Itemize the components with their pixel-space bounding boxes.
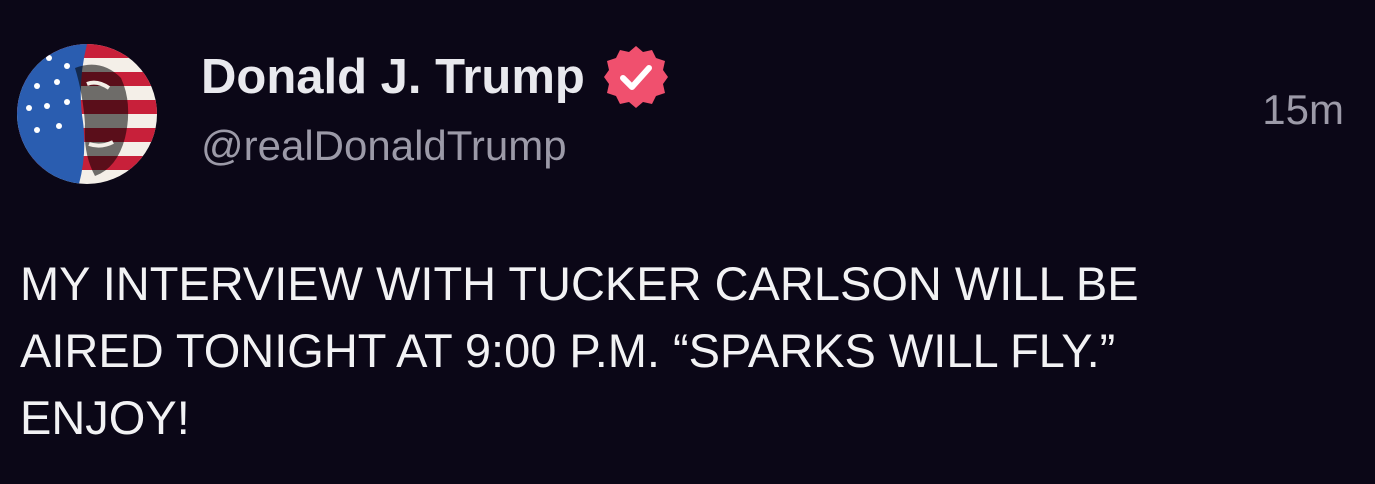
post-text-line: AIRED TONIGHT AT 9:00 P.M. “SPARKS WILL … — [20, 324, 1116, 377]
post-text: MY INTERVIEW WITH TUCKER CARLSON WILL BE… — [20, 250, 1340, 451]
flag-portrait-icon — [17, 44, 157, 184]
display-name-row: Donald J. Trump — [201, 46, 669, 108]
avatar[interactable] — [17, 44, 157, 184]
verified-badge-icon — [603, 44, 669, 110]
user-handle[interactable]: @realDonaldTrump — [201, 118, 567, 174]
post-timestamp[interactable]: 15m — [1262, 82, 1344, 138]
display-name[interactable]: Donald J. Trump — [201, 48, 585, 106]
post-text-line: MY INTERVIEW WITH TUCKER CARLSON WILL BE — [20, 257, 1139, 310]
post-text-line: ENJOY! — [20, 391, 190, 444]
post-card: Donald J. Trump @realDonaldTrump 15m MY … — [0, 0, 1375, 484]
